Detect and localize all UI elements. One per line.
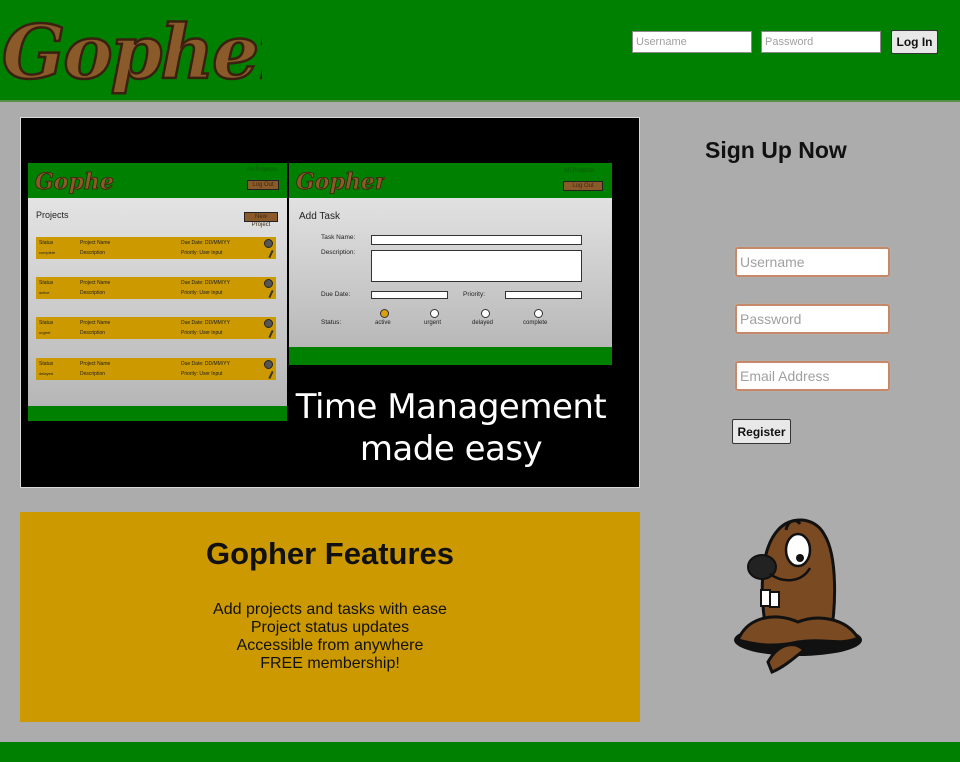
status-option-label: active (375, 320, 391, 326)
mock-footer-bar (289, 347, 612, 365)
status-label: Status: (321, 319, 342, 326)
status-dot-icon (264, 319, 273, 328)
mock-due-date-field (371, 291, 448, 299)
card-description: Description (80, 290, 106, 296)
card-status-label: Status (39, 280, 54, 286)
header-username-input[interactable] (632, 31, 752, 53)
radio-urgent-icon (430, 309, 439, 318)
card-project-name: Project Name (80, 280, 111, 286)
features-panel: Gopher Features Add projects and tasks w… (20, 512, 640, 722)
priority-label: Priority: (463, 291, 486, 298)
mini-all-projects-link: All Projects (564, 168, 595, 174)
register-button[interactable]: Register (732, 419, 791, 444)
status-dot-icon (264, 279, 273, 288)
mini-logout-button: Log Out (247, 180, 279, 190)
mock-description-field (371, 250, 582, 282)
features-list-item: Add projects and tasks with ease (213, 601, 447, 618)
mock-projects-heading: Projects (36, 210, 69, 220)
status-option-label: urgent (424, 320, 442, 326)
gopher-mascot-illustration (734, 518, 862, 674)
status-option-label: delayed (472, 320, 494, 326)
status-dot-icon (264, 239, 273, 248)
mock-project-card: Status urgent Project Name Description D… (36, 317, 276, 339)
description-label: Description: (321, 249, 356, 256)
card-status-value: delayed (39, 371, 54, 376)
mock-project-card: Status delayed Project Name Description … (36, 358, 276, 380)
card-status-value: urgent (39, 330, 51, 335)
mini-logo-text: Gopher (35, 169, 114, 195)
mock-header-bar: Gopher All Projects Log Out (28, 163, 287, 198)
card-due-date: Due Date: DD/MM/YY (181, 320, 230, 326)
mock-project-card: Status active Project Name Description D… (36, 277, 276, 299)
due-date-label: Due Date: (321, 291, 351, 298)
signup-username-input[interactable] (735, 247, 890, 277)
card-project-name: Project Name (80, 361, 111, 367)
radio-active-icon (380, 309, 389, 318)
features-title: Gopher Features (205, 536, 455, 571)
hero-banner: Gopher All Projects Log Out Projects New… (20, 117, 640, 488)
card-status-value: active (39, 290, 50, 295)
status-dot-icon (264, 360, 273, 369)
card-status-label: Status (39, 361, 54, 367)
card-priority: Priority: User Input (181, 250, 223, 256)
mock-task-name-field (371, 235, 582, 245)
card-due-date: Due Date: DD/MM/YY (181, 280, 230, 286)
features-list-item: FREE membership! (260, 655, 400, 672)
mock-priority-field (505, 291, 582, 299)
mock-new-project-button: New Project (244, 212, 278, 228)
mock-project-card: Status complete Project Name Description… (36, 237, 276, 259)
mini-all-projects-link: All Projects (247, 167, 278, 173)
mock-add-task-heading: Add Task (299, 211, 340, 222)
signup-title: Sign Up Now (705, 137, 847, 163)
card-status-label: Status (39, 240, 54, 246)
tagline-line-1: Time Management (295, 387, 607, 427)
card-project-name: Project Name (80, 320, 111, 326)
add-task-screenshot: Gopher All Projects Log Out Add Task Tas… (289, 163, 612, 365)
card-description: Description (80, 250, 106, 256)
mini-logo: Gopher (296, 169, 385, 195)
logo-text: Gopher (2, 10, 262, 96)
signup-password-input[interactable] (735, 304, 890, 334)
header-password-input[interactable] (761, 31, 881, 53)
task-name-label: Task Name: (321, 234, 356, 241)
mock-header-bar: Gopher All Projects Log Out (289, 163, 612, 198)
edit-pencil-icon (268, 289, 274, 299)
radio-delayed-icon (481, 309, 490, 318)
card-description: Description (80, 371, 106, 377)
card-description: Description (80, 330, 106, 336)
footer-bar (0, 742, 960, 762)
mini-logo: Gopher (35, 169, 114, 195)
card-status-label: Status (39, 320, 54, 326)
card-priority: Priority: User Input (181, 371, 223, 377)
edit-pencil-icon (268, 329, 274, 339)
mini-logout-button: Log Out (563, 181, 603, 191)
features-list-item: Project status updates (250, 619, 410, 636)
edit-pencil-icon (268, 249, 274, 259)
hero-tagline: Time Management made easy (281, 386, 621, 470)
gopher-logo[interactable]: Gopher (0, 0, 262, 98)
login-button[interactable]: Log In (891, 30, 938, 54)
mock-footer-bar (28, 406, 287, 421)
card-priority: Priority: User Input (181, 290, 223, 296)
card-project-name: Project Name (80, 240, 111, 246)
signup-email-input[interactable] (735, 361, 890, 391)
mini-logo-text: Gopher (296, 169, 385, 195)
features-list: Add projects and tasks with ease Project… (20, 601, 640, 673)
projects-screenshot: Gopher All Projects Log Out Projects New… (28, 163, 287, 421)
features-list-item: Accessible from anywhere (236, 637, 424, 654)
card-priority: Priority: User Input (181, 330, 223, 336)
card-status-value: complete (39, 250, 56, 255)
radio-complete-icon (534, 309, 543, 318)
card-due-date: Due Date: DD/MM/YY (181, 361, 230, 367)
card-due-date: Due Date: DD/MM/YY (181, 240, 230, 246)
status-option-label: complete (523, 320, 548, 326)
tagline-line-2: made easy (359, 429, 543, 469)
header: Gopher Log In (0, 0, 960, 102)
edit-pencil-icon (268, 370, 274, 380)
